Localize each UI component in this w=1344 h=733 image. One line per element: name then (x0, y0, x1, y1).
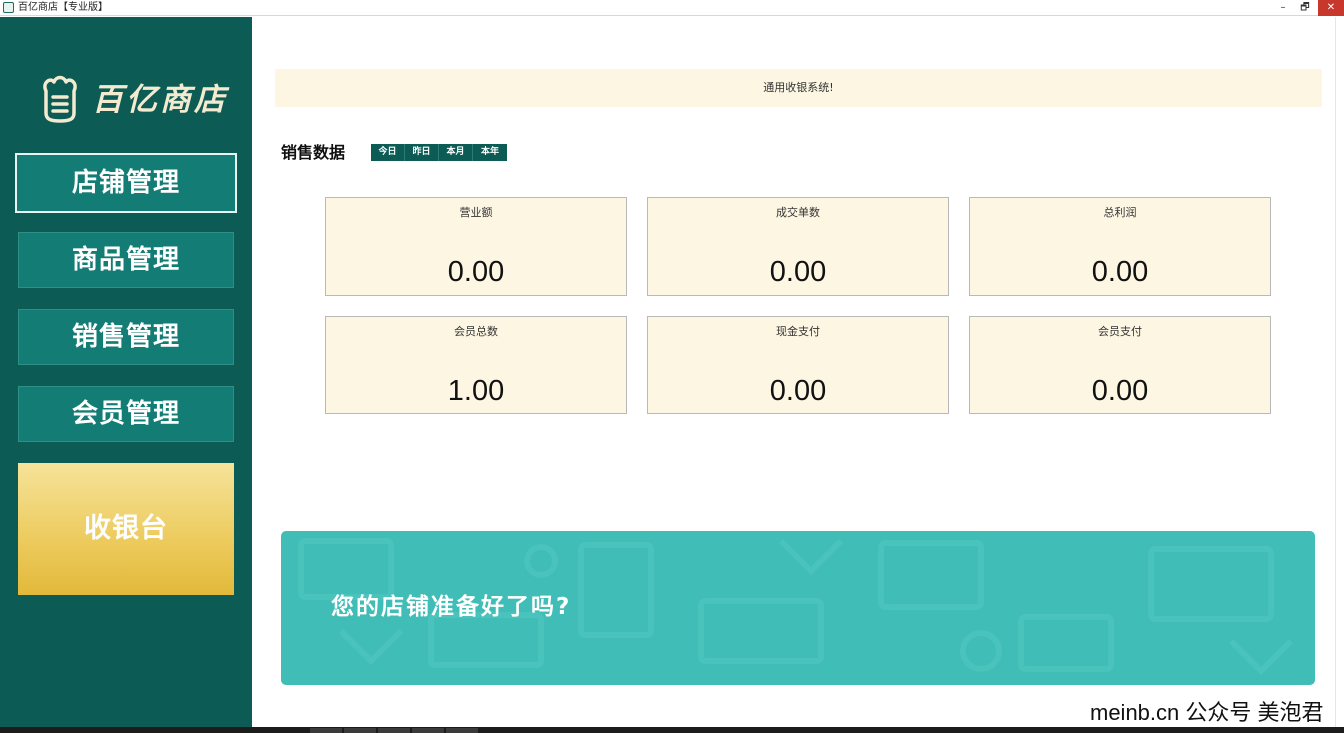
taskbar-button[interactable] (412, 728, 444, 733)
logo-text: 百亿商店 (92, 82, 228, 118)
taskbar (0, 727, 1344, 733)
sales-title: 销售数据 (281, 143, 346, 162)
nav-member-management[interactable]: 会员管理 (18, 386, 234, 442)
window-title: 百亿商店【专业版】 (18, 2, 108, 13)
window-titlebar: 百亿商店【专业版】 – 🗗 ✕ (0, 0, 1344, 16)
stat-value: 0.00 (447, 256, 505, 288)
stat-label: 总利润 (1103, 206, 1137, 219)
stat-label: 会员支付 (1098, 325, 1142, 338)
stat-value: 0.00 (769, 375, 827, 407)
nav-store-management[interactable]: 店铺管理 (15, 153, 237, 213)
stat-card-profit: 总利润 0.00 (969, 197, 1271, 296)
stat-value: 1.00 (447, 375, 505, 407)
close-button[interactable]: ✕ (1318, 0, 1344, 16)
taskbar-button[interactable] (310, 728, 342, 733)
nav-product-management[interactable]: 商品管理 (18, 232, 234, 288)
window-right-edge (1335, 17, 1344, 733)
stat-label: 营业额 (459, 206, 493, 219)
app-icon (3, 2, 14, 13)
tab-today[interactable]: 今日 (371, 144, 405, 161)
stat-label: 现金支付 (776, 325, 820, 338)
nav-sales-management[interactable]: 销售管理 (18, 309, 234, 365)
stat-card-member-payment: 会员支付 0.00 (969, 316, 1271, 414)
logo: 百亿商店 (36, 75, 236, 127)
watermark-text: meinb.cn 公众号 美泡君 (1090, 700, 1324, 725)
period-tabs: 今日 昨日 本月 本年 (371, 144, 507, 161)
stat-value: 0.00 (769, 256, 827, 288)
sidebar: 百亿商店 店铺管理 商品管理 销售管理 会员管理 收银台 (0, 17, 252, 733)
stat-value: 0.00 (1091, 375, 1149, 407)
promo-banner[interactable]: 您的店铺准备好了吗? (281, 531, 1315, 685)
stat-card-cash-payment: 现金支付 0.00 (647, 316, 949, 414)
stat-label: 成交单数 (776, 206, 820, 219)
stat-card-members: 会员总数 1.00 (325, 316, 627, 414)
taskbar-button[interactable] (378, 728, 410, 733)
maximize-button[interactable]: 🗗 (1294, 0, 1316, 16)
tab-yesterday[interactable]: 昨日 (405, 144, 439, 161)
tab-this-month[interactable]: 本月 (439, 144, 473, 161)
notice-banner: 通用收银系统! (275, 69, 1322, 107)
stat-card-revenue: 营业额 0.00 (325, 197, 627, 296)
taskbar-button[interactable] (446, 728, 478, 733)
logo-icon (43, 75, 77, 123)
promo-text: 您的店铺准备好了吗? (331, 594, 572, 620)
taskbar-button[interactable] (344, 728, 376, 733)
minimize-button[interactable]: – (1272, 0, 1294, 16)
cashier-button[interactable]: 收银台 (18, 463, 234, 595)
stat-card-orders: 成交单数 0.00 (647, 197, 949, 296)
stat-label: 会员总数 (454, 325, 498, 338)
tab-this-year[interactable]: 本年 (473, 144, 507, 161)
stat-value: 0.00 (1091, 256, 1149, 288)
